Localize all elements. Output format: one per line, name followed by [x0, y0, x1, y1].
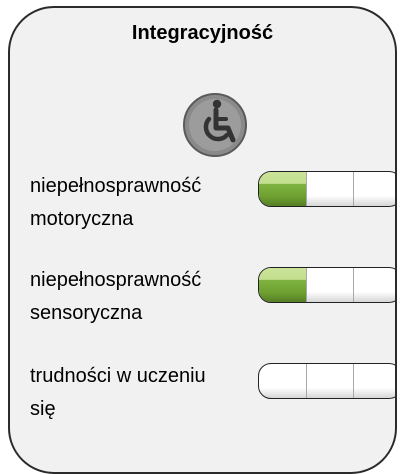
rating-divider — [353, 364, 354, 398]
rating-divider — [353, 268, 354, 302]
rating-fill — [259, 268, 307, 302]
rating-divider — [306, 268, 307, 302]
rating-fill — [259, 172, 307, 206]
item-label-learning-line2: się — [30, 398, 56, 420]
integration-panel: Integracyjność niepełnosprawność motoryc… — [8, 6, 397, 474]
rating-bar-learning — [258, 363, 395, 399]
item-label-learning: trudności w uczeniu się — [30, 360, 240, 426]
panel-title: Integracyjność — [131, 22, 274, 44]
item-label-sensory-line2: sensoryczna — [30, 302, 143, 324]
rating-divider — [353, 172, 354, 206]
item-label-sensory: niepełnosprawność sensoryczna — [30, 264, 240, 330]
item-label-sensory-line1: niepełnosprawność — [30, 269, 202, 291]
rating-bar-motor — [258, 171, 395, 207]
item-label-learning-line1: trudności w uczeniu — [30, 365, 206, 387]
item-label-motor-line1: niepełnosprawność — [30, 175, 202, 197]
rating-divider — [306, 172, 307, 206]
wheelchair-icon — [180, 90, 250, 160]
item-label-motor: niepełnosprawność motoryczna — [30, 170, 240, 236]
item-label-motor-line2: motoryczna — [30, 208, 134, 230]
rating-divider — [306, 364, 307, 398]
rating-bar-sensory — [258, 267, 395, 303]
